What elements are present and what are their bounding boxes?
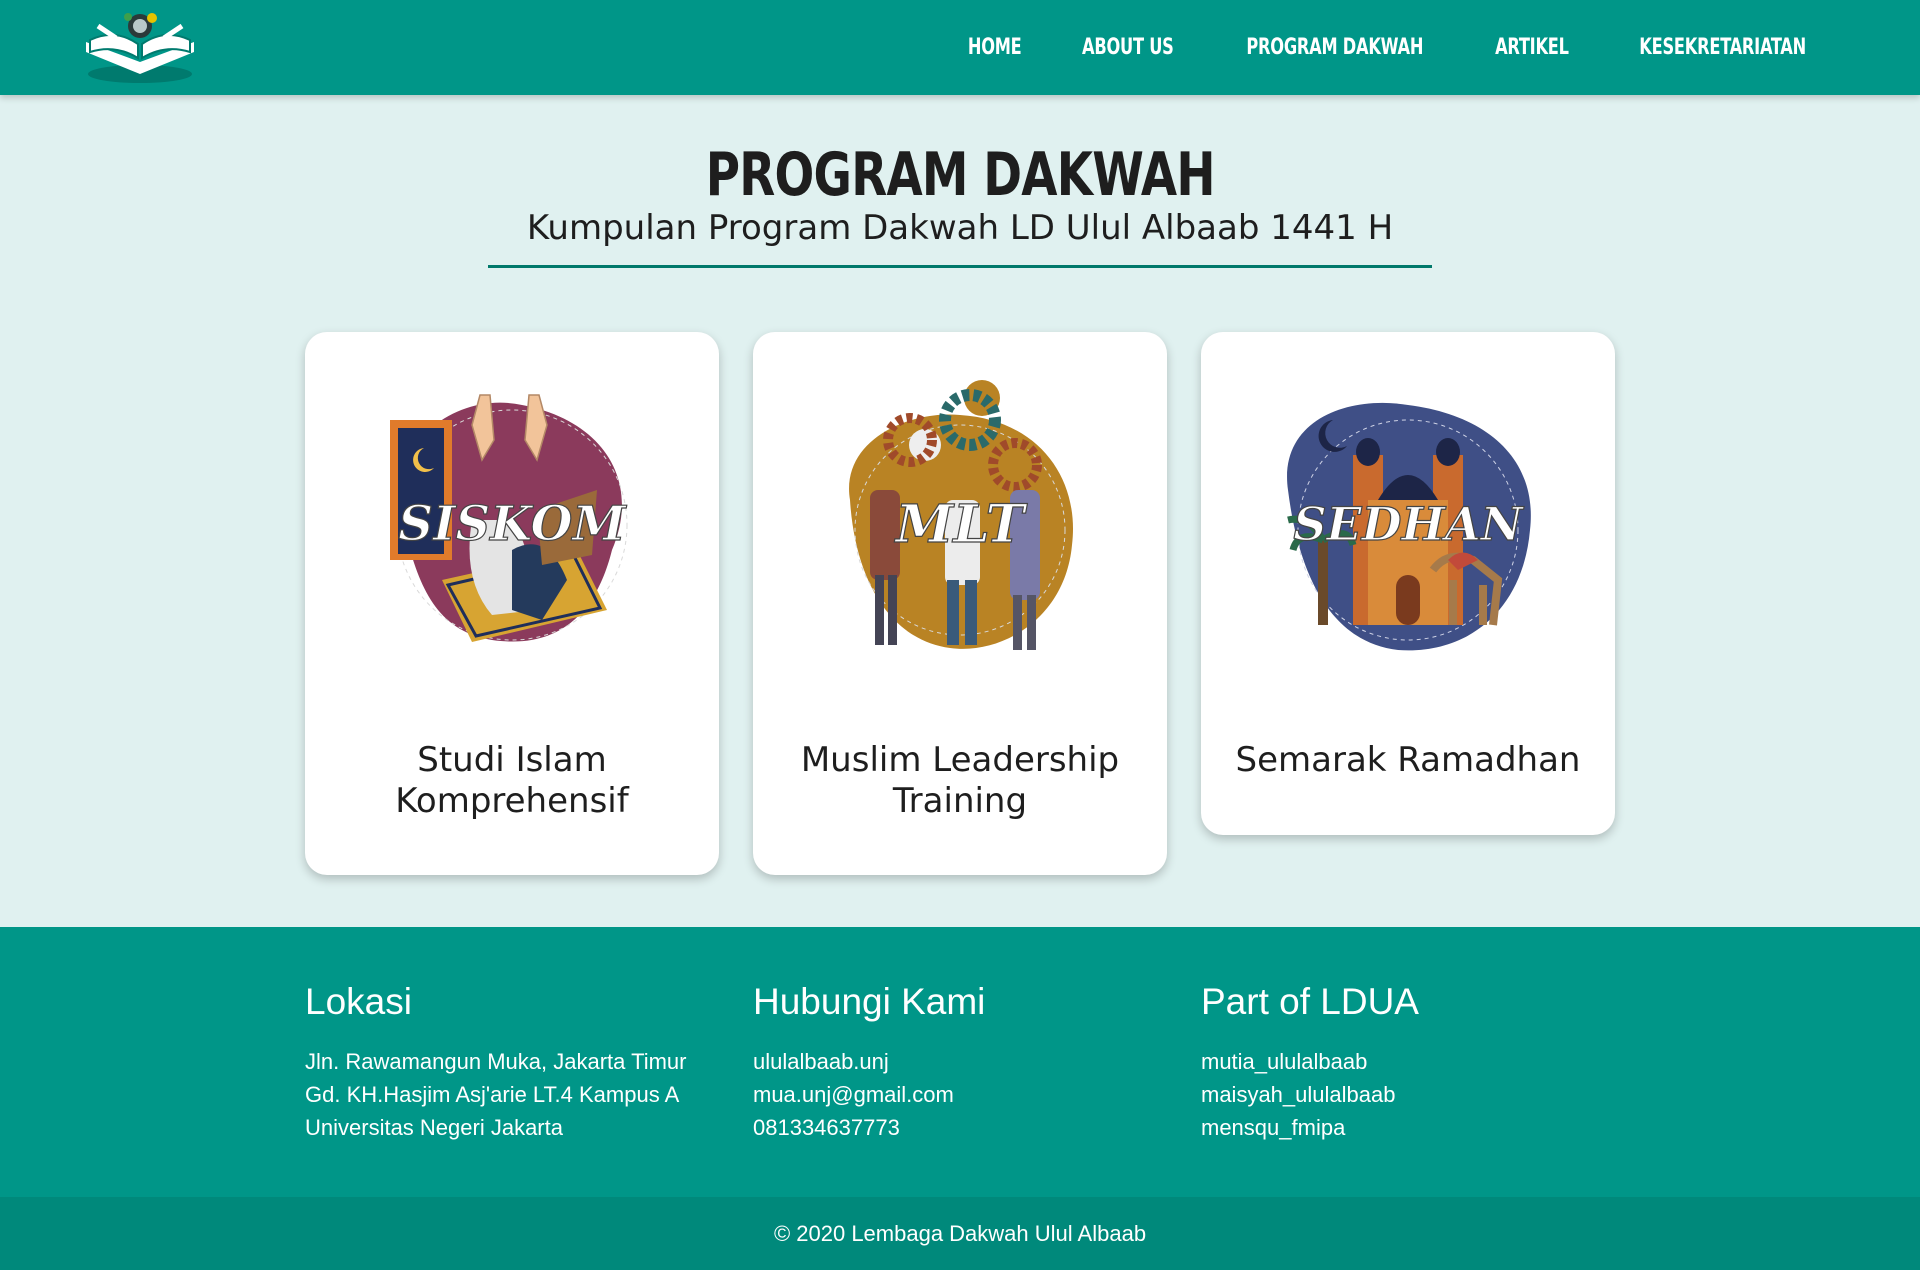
- nav-artikel[interactable]: ARTIKEL: [1495, 35, 1569, 60]
- footer-contact-email[interactable]: mua.unj@gmail.com: [753, 1078, 1173, 1111]
- card-label-mlt: Muslim Leadership Training: [773, 740, 1147, 822]
- page-subtitle: Kumpulan Program Dakwah LD Ulul Albaab 1…: [526, 208, 1394, 248]
- nav-program-dakwah[interactable]: PROGRAM DAKWAH: [1247, 35, 1424, 60]
- footer-link-mensqu[interactable]: mensqu_fmipa: [1201, 1111, 1621, 1144]
- card-label-sedhan: Semarak Ramadhan: [1221, 740, 1595, 781]
- footer-line: Gd. KH.Hasjim Asj'arie LT.4 Kampus A: [305, 1082, 680, 1107]
- card-label-line: Training: [892, 781, 1028, 821]
- footer-heading: Hubungi Kami: [753, 981, 986, 1022]
- footer-contact-instagram[interactable]: ululalbaab.unj: [753, 1045, 1173, 1078]
- sedhan-badge-text: SEDHAN: [1293, 497, 1524, 551]
- footer-hubungi-kami: Hubungi Kami ululalbaab.unj mua.unj@gmai…: [753, 981, 1173, 1144]
- copyright: © 2020 Lembaga Dakwah Ulul Albaab: [0, 1197, 1920, 1270]
- nav-about-us[interactable]: ABOUT US: [1082, 35, 1174, 60]
- footer-line: Jln. Rawamangun Muka, Jakarta Timur: [305, 1049, 687, 1074]
- siskom-badge-text: SISKOM: [398, 496, 627, 552]
- page-title: PROGRAM DAKWAH: [705, 140, 1215, 210]
- sedhan-illustration-icon: SEDHAN: [1287, 402, 1531, 651]
- mlt-badge-text: MLT: [894, 494, 1028, 555]
- footer-link-maisyah[interactable]: maisyah_ululalbaab: [1201, 1078, 1621, 1111]
- main-nav: HOME ABOUT US PROGRAM DAKWAH ARTIKEL KES…: [962, 0, 1824, 95]
- footer: Lokasi Jln. Rawamangun Muka, Jakarta Tim…: [0, 927, 1920, 1197]
- mlt-illustration-icon: MLT: [849, 380, 1074, 650]
- footer-heading: Part of LDUA: [1201, 981, 1419, 1022]
- card-label-line: Komprehensif: [395, 781, 629, 821]
- footer-line: Universitas Negeri Jakarta: [305, 1115, 563, 1140]
- siskom-illustration-icon: SISKOM: [390, 394, 628, 642]
- footer-part-of-ldua: Part of LDUA mutia_ululalbaab maisyah_ul…: [1201, 981, 1621, 1144]
- footer-heading: Lokasi: [305, 981, 412, 1022]
- program-card-siskom[interactable]: SISKOM Studi Islam Komprehensif: [305, 332, 719, 875]
- card-label-line: Semarak Ramadhan: [1235, 740, 1581, 780]
- card-label-line: Muslim Leadership: [800, 740, 1120, 780]
- title-divider: [488, 265, 1432, 268]
- program-card-sedhan[interactable]: SEDHAN Semarak Ramadhan: [1201, 332, 1615, 835]
- page-heading: PROGRAM DAKWAH: [0, 140, 1920, 210]
- footer-link-mutia[interactable]: mutia_ululalbaab: [1201, 1045, 1621, 1078]
- program-card-mlt[interactable]: MLT Muslim Leadership Training: [753, 332, 1167, 875]
- navbar: HOME ABOUT US PROGRAM DAKWAH ARTIKEL KES…: [0, 0, 1920, 95]
- footer-contact-phone[interactable]: 081334637773: [753, 1111, 1173, 1144]
- card-label-siskom: Studi Islam Komprehensif: [325, 740, 699, 822]
- footer-lokasi: Lokasi Jln. Rawamangun Muka, Jakarta Tim…: [305, 981, 725, 1144]
- card-label-line: Studi Islam: [417, 740, 607, 780]
- nav-home[interactable]: HOME: [968, 35, 1022, 60]
- nav-kesekretariatan[interactable]: KESEKRETARIATAN: [1639, 35, 1806, 60]
- logo-quran-icon[interactable]: [80, 4, 200, 86]
